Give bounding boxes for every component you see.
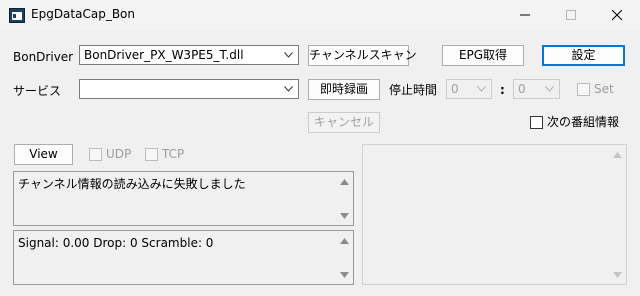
maximize-button[interactable] xyxy=(548,0,594,30)
bondriver-value: BonDriver_PX_W3PE5_T.dll xyxy=(84,48,244,62)
scroll-up-icon[interactable] xyxy=(340,179,349,185)
settings-button[interactable]: 設定 xyxy=(542,45,625,66)
scroll-down-icon[interactable] xyxy=(613,272,622,278)
tcp-checkbox-label: TCP xyxy=(162,147,185,161)
bondriver-label: BonDriver xyxy=(13,50,74,64)
chevron-down-icon xyxy=(545,86,554,92)
udp-checkbox-box xyxy=(89,148,102,161)
next-program-checkbox-label: 次の番組情報 xyxy=(547,115,620,129)
title-bar[interactable]: EpgDataCap_Bon xyxy=(0,0,640,30)
minimize-button[interactable] xyxy=(502,0,548,30)
tcp-checkbox-box xyxy=(145,148,158,161)
service-select[interactable] xyxy=(79,79,299,99)
status-text: Signal: 0.00 Drop: 0 Scramble: 0 xyxy=(18,236,214,250)
next-program-checkbox-box xyxy=(530,116,543,129)
stop-minute-select[interactable]: 0 xyxy=(513,79,560,99)
log-message: チャンネル情報の読み込みに失敗しました xyxy=(18,177,246,191)
close-icon xyxy=(612,10,622,20)
stop-hour-select[interactable]: 0 xyxy=(446,79,492,99)
status-textarea[interactable]: Signal: 0.00 Drop: 0 Scramble: 0 xyxy=(13,230,354,285)
view-button[interactable]: View xyxy=(14,144,73,165)
udp-checkbox[interactable]: UDP xyxy=(89,147,134,163)
status-scrollbar[interactable] xyxy=(336,231,353,284)
set-checkbox[interactable]: Set xyxy=(577,82,622,98)
window-title: EpgDataCap_Bon xyxy=(31,7,135,21)
channel-scan-button[interactable]: チャンネルスキャン xyxy=(308,45,417,66)
stop-time-label: 停止時間 xyxy=(389,83,438,97)
chevron-down-icon xyxy=(284,52,293,58)
scroll-up-icon[interactable] xyxy=(340,238,349,244)
udp-checkbox-label: UDP xyxy=(106,147,132,161)
service-label: サービス xyxy=(13,84,62,98)
minimize-icon xyxy=(520,14,530,16)
app-icon[interactable] xyxy=(9,8,25,23)
bondriver-select[interactable]: BonDriver_PX_W3PE5_T.dll xyxy=(79,45,299,65)
program-info-textarea[interactable] xyxy=(362,144,627,285)
scroll-up-icon[interactable] xyxy=(613,152,622,158)
epg-button[interactable]: EPG取得 xyxy=(442,45,524,66)
log-scrollbar[interactable] xyxy=(336,172,353,225)
next-program-checkbox[interactable]: 次の番組情報 xyxy=(530,115,630,131)
record-now-button[interactable]: 即時録画 xyxy=(308,79,380,100)
program-info-scrollbar[interactable] xyxy=(609,145,626,284)
stop-hour-value: 0 xyxy=(451,82,459,96)
scroll-down-icon[interactable] xyxy=(340,213,349,219)
chevron-down-icon xyxy=(284,86,293,92)
cancel-button[interactable]: キャンセル xyxy=(308,112,380,133)
set-checkbox-label: Set xyxy=(594,82,614,96)
tcp-checkbox[interactable]: TCP xyxy=(145,147,190,163)
maximize-icon xyxy=(566,10,576,20)
close-button[interactable] xyxy=(594,0,640,30)
time-separator: : xyxy=(500,83,505,97)
log-textarea[interactable]: チャンネル情報の読み込みに失敗しました xyxy=(13,171,354,226)
set-checkbox-box xyxy=(577,83,590,96)
stop-minute-value: 0 xyxy=(518,82,526,96)
scroll-down-icon[interactable] xyxy=(340,272,349,278)
chevron-down-icon xyxy=(477,86,486,92)
